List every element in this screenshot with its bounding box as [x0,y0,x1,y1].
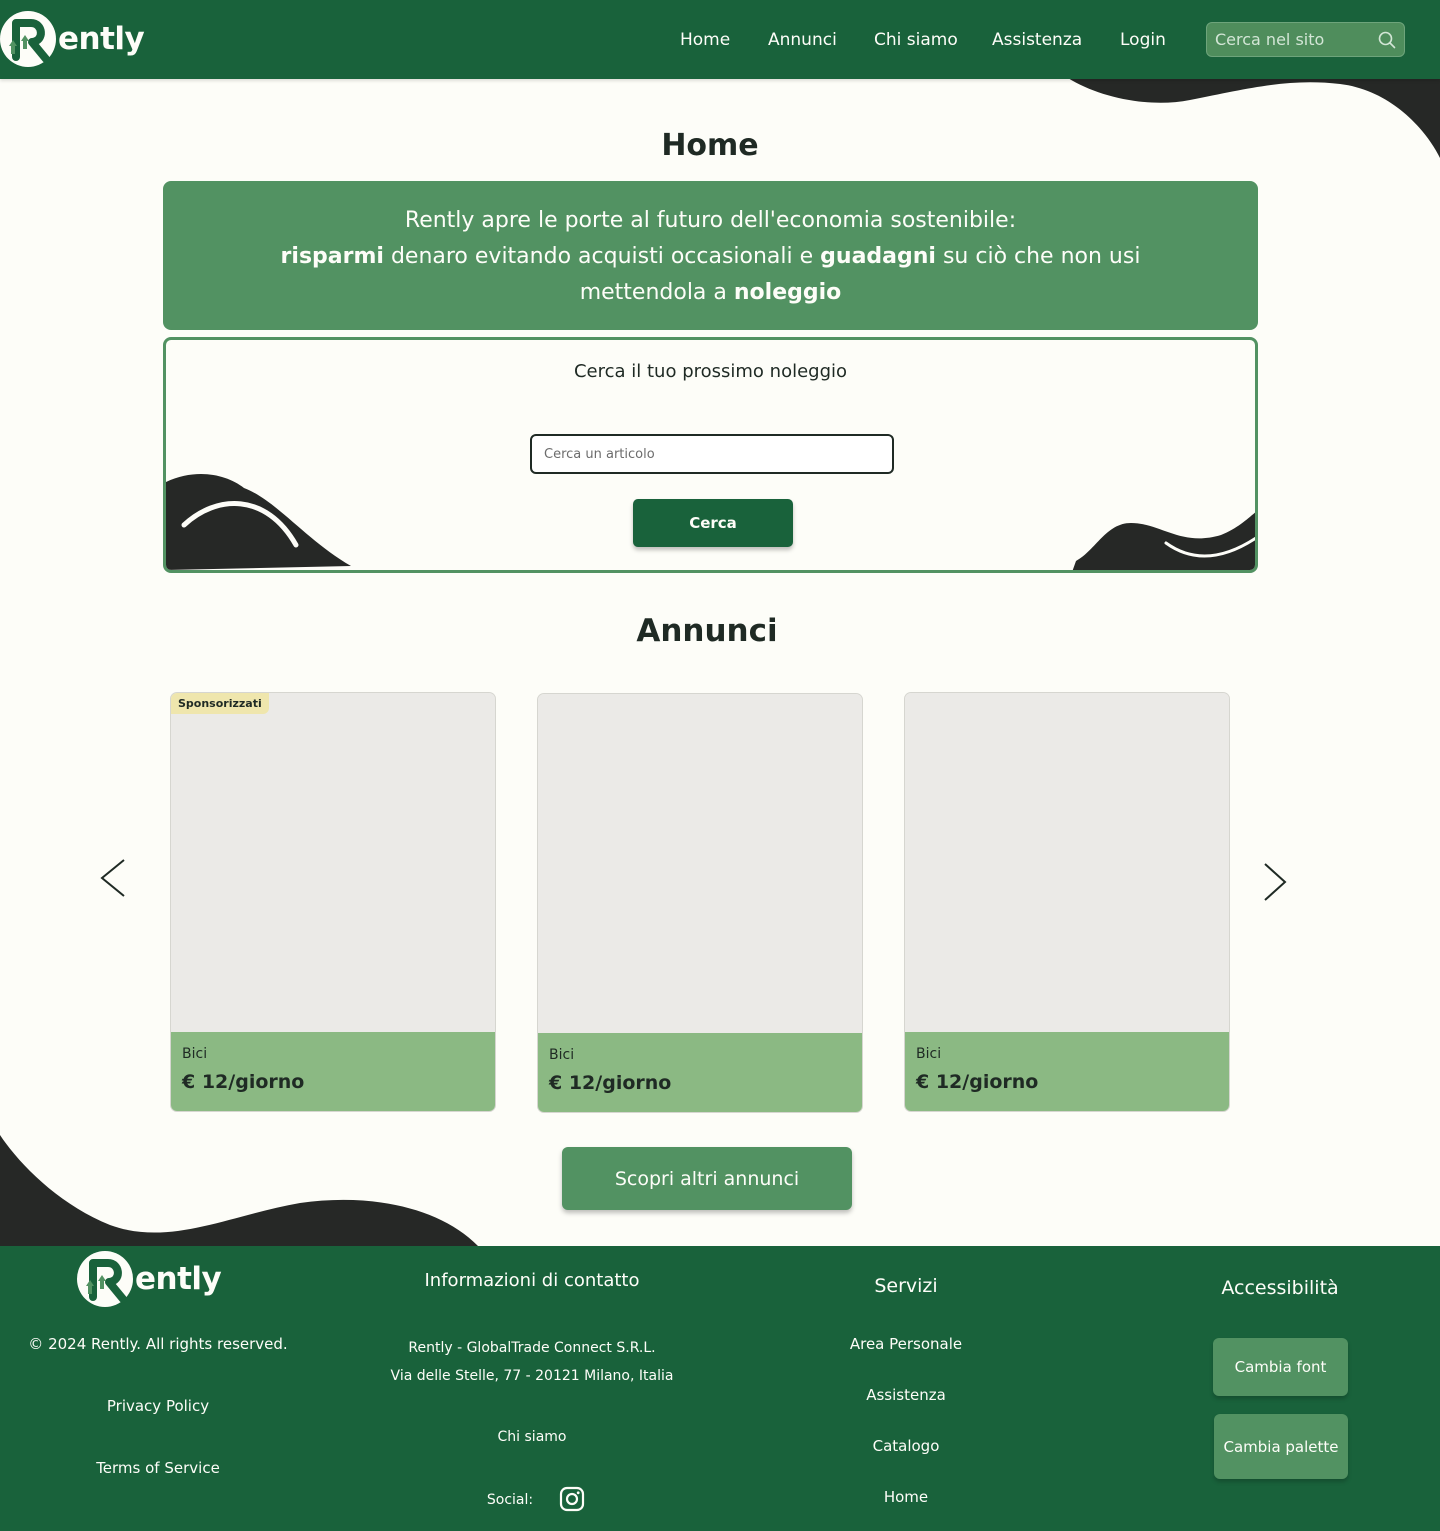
listing-category: Bici [549,1047,575,1063]
hero-text-3: su ciò che non usi [935,244,1141,269]
privacy-policy-link[interactable]: Privacy Policy [0,1397,316,1415]
chevron-right-icon[interactable] [1261,862,1291,906]
rently-logo-icon [0,11,56,67]
site-search [1206,22,1405,57]
search-panel-title: Cerca il tuo prossimo noleggio [573,361,848,382]
listing-card[interactable]: Sponsorizzati Bici € 12/giorno [170,692,496,1112]
chi-siamo-link[interactable]: Chi siamo [372,1429,692,1445]
page-title: Home [661,128,759,163]
service-link-home[interactable]: Home [806,1488,1006,1506]
services-title: Servizi [874,1275,938,1297]
contact-address: Via delle Stelle, 77 - 20121 Milano, Ita… [390,1368,674,1384]
service-link-assistenza[interactable]: Assistenza [806,1386,1006,1404]
site-footer: ently © 2024 Rently. All rights reserved… [0,1246,1440,1531]
listing-price: € 12/giorno [549,1072,672,1094]
nav-chi-siamo[interactable]: Chi siamo [874,30,958,50]
listing-category: Bici [916,1046,942,1062]
hero-line-2: risparmi denaro evitando acquisti occasi… [163,239,1258,275]
listing-price: € 12/giorno [916,1071,1039,1093]
listing-card[interactable]: Bici € 12/giorno [904,692,1230,1112]
hero-bold-guadagni: guadagni [820,244,936,269]
hero-text-2: denaro evitando acquisti occasionali e [383,244,821,269]
rently-logo-icon [77,1251,133,1307]
nav-annunci[interactable]: Annunci [768,30,837,50]
hero-line-3: mettendola a noleggio [163,275,1258,311]
site-search-input[interactable] [1207,23,1377,56]
listings-title: Annunci [636,613,778,649]
listing-card[interactable]: Bici € 12/giorno [537,693,863,1113]
logo-wordmark: ently [58,21,145,57]
change-palette-button[interactable]: Cambia palette [1214,1414,1348,1479]
service-link-catalogo[interactable]: Catalogo [806,1437,1006,1455]
listing-image [905,693,1229,1032]
wave-decoration-search-right [1072,512,1255,570]
header-logo[interactable]: ently [0,11,145,67]
listing-price: € 12/giorno [182,1071,305,1093]
wave-decoration-bottom-left [0,1135,478,1246]
search-icon[interactable] [1378,31,1396,53]
hero-line-1: Rently apre le porte al futuro dell'econ… [404,208,1017,233]
logo-wordmark: ently [135,1261,222,1297]
instagram-icon[interactable] [559,1486,585,1516]
nav-assistenza[interactable]: Assistenza [992,30,1082,50]
accessibility-title: Accessibilità [1221,1277,1339,1299]
listing-info: Bici € 12/giorno [171,1032,495,1111]
hero-text-4: mettendola a [579,280,734,305]
listing-image [538,694,862,1033]
listing-info: Bici € 12/giorno [905,1032,1229,1111]
sponsored-badge: Sponsorizzati [171,693,269,714]
more-listings-button[interactable]: Scopri altri annunci [562,1147,852,1210]
hero-bold-risparmi: risparmi [280,244,384,269]
wave-decoration-search-left [166,474,351,570]
listing-category: Bici [182,1046,208,1062]
contact-title: Informazioni di contatto [424,1270,640,1291]
change-font-button[interactable]: Cambia font [1213,1338,1348,1396]
contact-company: Rently - GlobalTrade Connect S.R.L. [408,1340,656,1356]
footer-logo[interactable]: ently [77,1251,222,1307]
cerca-button[interactable]: Cerca [633,499,793,547]
chevron-left-icon[interactable] [98,858,128,902]
terms-link[interactable]: Terms of Service [0,1459,316,1477]
listing-image [171,693,495,1032]
site-header: ently Home Annunci Chi siamo Assistenza … [0,0,1440,79]
nav-home[interactable]: Home [680,30,730,50]
copyright: © 2024 Rently. All rights reserved. [28,1335,288,1353]
service-link-area-personale[interactable]: Area Personale [806,1335,1006,1353]
search-panel: Cerca il tuo prossimo noleggio Cerca [163,337,1258,573]
hero-bold-noleggio: noleggio [733,280,842,305]
article-search-input[interactable] [530,434,894,474]
social-label: Social: [486,1492,534,1508]
hero-banner: Rently apre le porte al futuro dell'econ… [163,181,1258,330]
nav-login[interactable]: Login [1120,30,1166,50]
listing-info: Bici € 12/giorno [538,1033,862,1112]
